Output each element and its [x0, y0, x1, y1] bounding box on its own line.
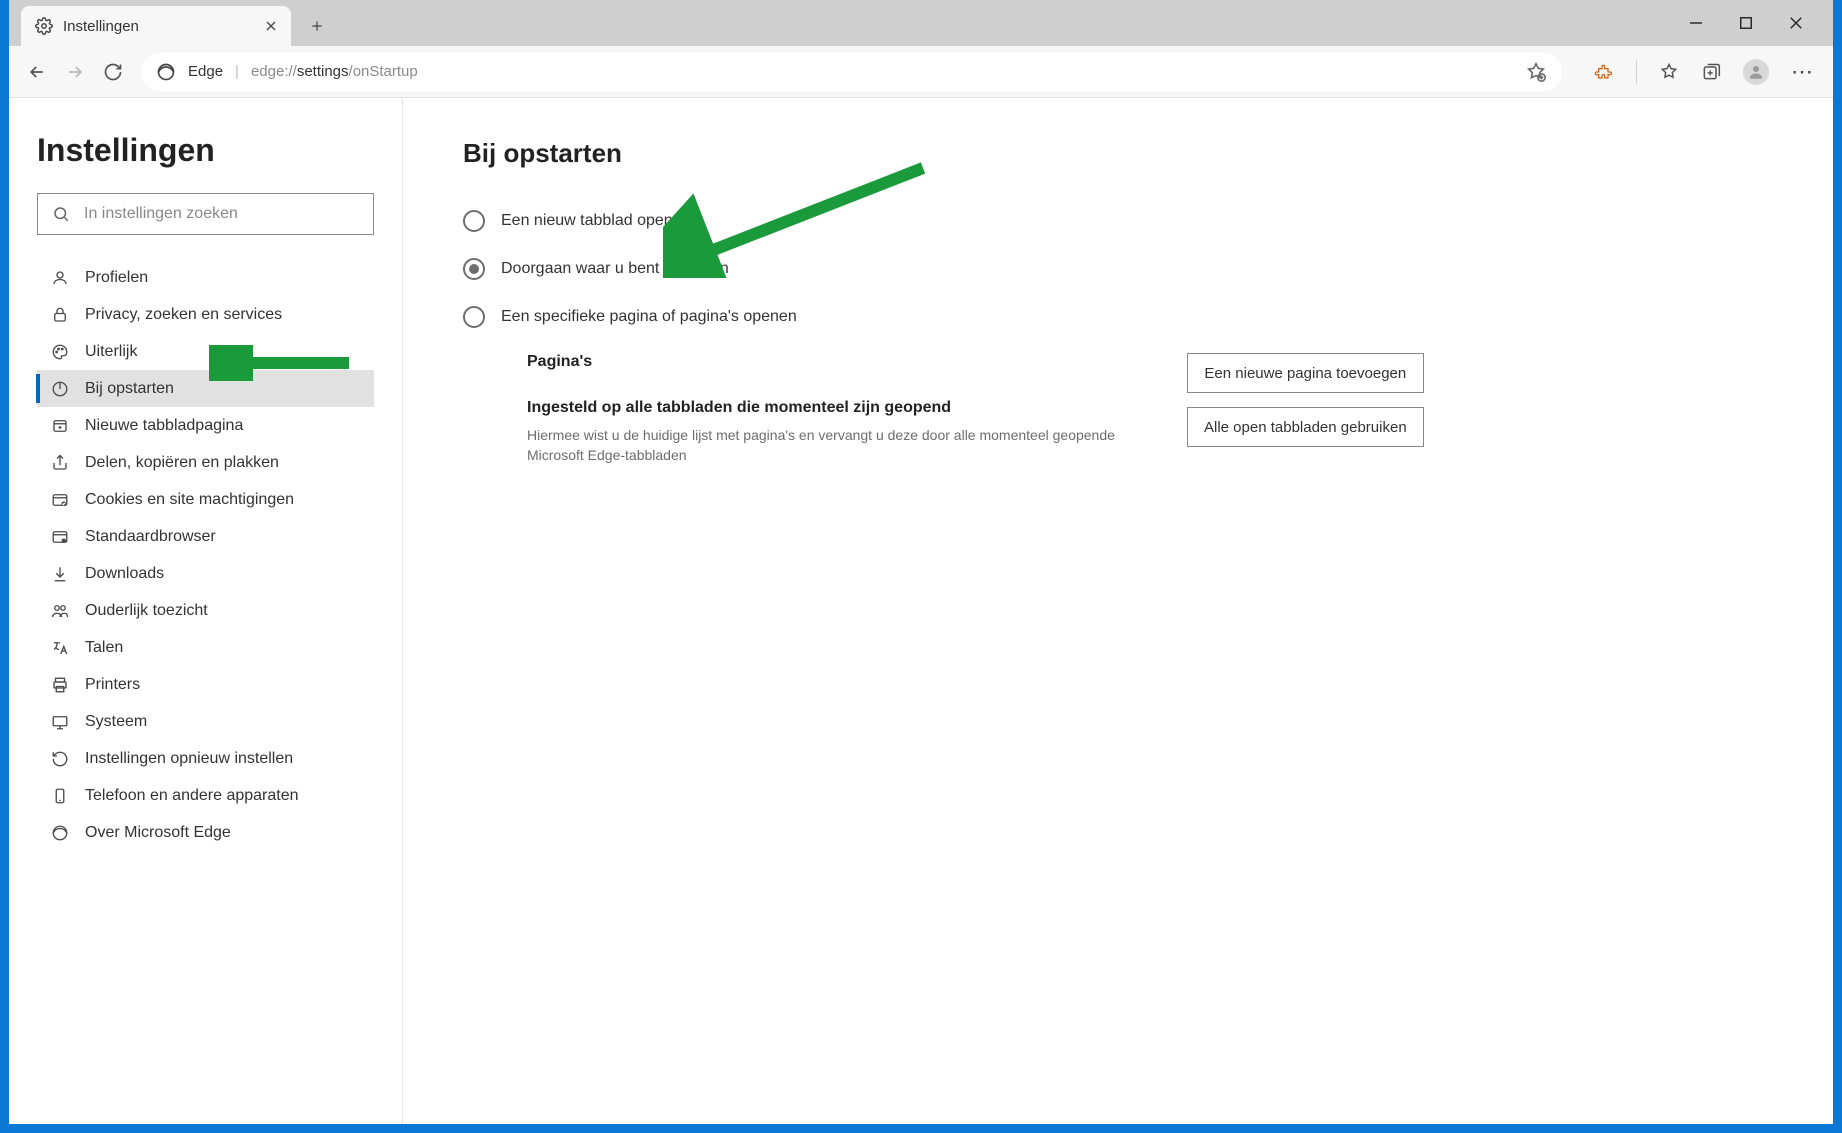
radio-icon	[463, 258, 485, 280]
sidebar-item-12[interactable]: Systeem	[37, 703, 374, 740]
sidebar-item-label: Systeem	[85, 713, 147, 731]
user-icon	[51, 269, 69, 287]
back-button[interactable]	[27, 62, 47, 82]
sidebar-item-label: Ouderlijk toezicht	[85, 602, 208, 620]
about-icon	[51, 824, 69, 842]
family-icon	[51, 602, 69, 620]
sidebar-item-2[interactable]: Uiterlijk	[37, 333, 374, 370]
startup-option-2[interactable]: Een specifieke pagina of pagina's openen	[463, 301, 1771, 333]
address-path: edge://settings/onStartup	[251, 63, 418, 80]
system-icon	[51, 713, 69, 731]
sidebar-item-label: Bij opstarten	[85, 380, 174, 398]
pages-heading: Pagina's	[527, 353, 1147, 371]
window-maximize-icon[interactable]	[1737, 14, 1755, 32]
settings-heading: Instellingen	[37, 132, 374, 169]
radio-icon	[463, 306, 485, 328]
add-page-button[interactable]: Een nieuwe pagina toevoegen	[1187, 353, 1424, 393]
forward-button[interactable]	[65, 62, 85, 82]
page-title: Bij opstarten	[463, 138, 1771, 169]
cookies-icon	[51, 491, 69, 509]
browser-tab[interactable]: Instellingen	[21, 6, 291, 46]
sidebar-item-15[interactable]: Over Microsoft Edge	[37, 814, 374, 851]
more-menu-button[interactable]: ⋯	[1791, 59, 1815, 85]
sidebar-item-label: Printers	[85, 676, 140, 694]
sidebar-item-label: Telefoon en andere apparaten	[85, 787, 299, 805]
lock-icon	[51, 306, 69, 324]
sidebar-item-label: Cookies en site machtigingen	[85, 491, 294, 509]
phone-icon	[51, 787, 69, 805]
startup-option-0[interactable]: Een nieuw tabblad openen	[463, 205, 1771, 237]
palette-icon	[51, 343, 69, 361]
extensions-icon[interactable]	[1594, 62, 1614, 82]
window-close-icon[interactable]	[1787, 14, 1805, 32]
share-icon	[51, 454, 69, 472]
favorites-icon[interactable]	[1659, 62, 1679, 82]
sidebar-item-6[interactable]: Cookies en site machtigingen	[37, 481, 374, 518]
use-open-tabs-button[interactable]: Alle open tabbladen gebruiken	[1187, 407, 1424, 447]
sidebar-item-10[interactable]: Talen	[37, 629, 374, 666]
sidebar-item-13[interactable]: Instellingen opnieuw instellen	[37, 740, 374, 777]
set-tabs-heading: Ingesteld op alle tabbladen die momentee…	[527, 399, 1147, 417]
language-icon	[51, 639, 69, 657]
radio-label: Een specifieke pagina of pagina's openen	[501, 308, 797, 326]
sidebar-item-5[interactable]: Delen, kopiëren en plakken	[37, 444, 374, 481]
edge-logo-icon	[156, 62, 176, 82]
address-bar[interactable]: Edge | edge://settings/onStartup	[141, 53, 1562, 91]
sidebar-item-4[interactable]: Nieuwe tabbladpagina	[37, 407, 374, 444]
settings-main: Bij opstarten Een nieuw tabblad openen Do…	[403, 98, 1833, 1124]
sidebar-item-label: Downloads	[85, 565, 164, 583]
gear-icon	[35, 17, 53, 35]
sidebar-item-3[interactable]: Bij opstarten	[37, 370, 374, 407]
startup-option-1[interactable]: Doorgaan waar u bent gebleven	[463, 253, 1771, 285]
sidebar-item-9[interactable]: Ouderlijk toezicht	[37, 592, 374, 629]
window-titlebar: Instellingen	[9, 0, 1833, 46]
radio-label: Doorgaan waar u bent gebleven	[501, 260, 729, 278]
sidebar-item-label: Talen	[85, 639, 123, 657]
sidebar-item-label: Delen, kopiëren en plakken	[85, 454, 279, 472]
tab-title: Instellingen	[63, 18, 253, 35]
browser-toolbar: Edge | edge://settings/onStartup ⋯	[9, 46, 1833, 98]
sidebar-item-label: Standaardbrowser	[85, 528, 216, 546]
radio-icon	[463, 210, 485, 232]
default-icon	[51, 528, 69, 546]
sidebar-item-11[interactable]: Printers	[37, 666, 374, 703]
sidebar-item-label: Privacy, zoeken en services	[85, 306, 282, 324]
newtab-icon	[51, 417, 69, 435]
refresh-button[interactable]	[103, 62, 123, 82]
power-icon	[51, 380, 69, 398]
new-tab-button[interactable]	[297, 6, 337, 46]
settings-sidebar: Instellingen Profielen Privacy, zoeken en…	[9, 98, 403, 1124]
sidebar-item-14[interactable]: Telefoon en andere apparaten	[37, 777, 374, 814]
sidebar-item-1[interactable]: Privacy, zoeken en services	[37, 296, 374, 333]
address-host: Edge	[188, 63, 223, 80]
favorite-add-icon[interactable]	[1525, 61, 1547, 83]
sidebar-item-label: Uiterlijk	[85, 343, 137, 361]
printer-icon	[51, 676, 69, 694]
radio-label: Een nieuw tabblad openen	[501, 212, 691, 230]
settings-search-input[interactable]	[84, 205, 359, 223]
profile-avatar[interactable]	[1743, 59, 1769, 85]
sidebar-item-label: Over Microsoft Edge	[85, 824, 231, 842]
sidebar-item-0[interactable]: Profielen	[37, 259, 374, 296]
sidebar-item-label: Profielen	[85, 269, 148, 287]
sidebar-item-8[interactable]: Downloads	[37, 555, 374, 592]
window-minimize-icon[interactable]	[1687, 14, 1705, 32]
sidebar-item-label: Nieuwe tabbladpagina	[85, 417, 243, 435]
set-tabs-desc: Hiermee wist u de huidige lijst met pagi…	[527, 425, 1147, 466]
close-tab-icon[interactable]	[263, 18, 279, 34]
sidebar-item-7[interactable]: Standaardbrowser	[37, 518, 374, 555]
search-icon	[52, 205, 70, 223]
sidebar-item-label: Instellingen opnieuw instellen	[85, 750, 293, 768]
collections-icon[interactable]	[1701, 62, 1721, 82]
download-icon	[51, 565, 69, 583]
reset-icon	[51, 750, 69, 768]
settings-search[interactable]	[37, 193, 374, 235]
